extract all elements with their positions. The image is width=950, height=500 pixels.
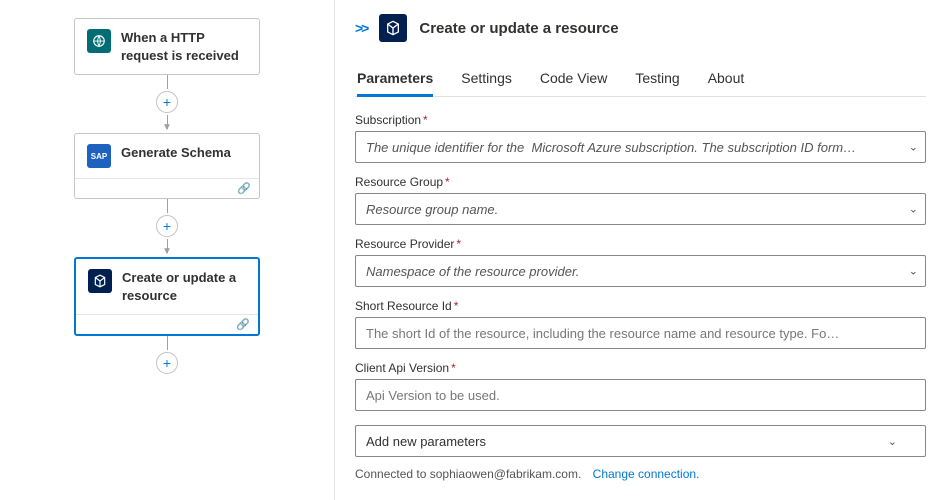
tab-code-view[interactable]: Code View bbox=[540, 62, 607, 97]
add-params-label: Add new parameters bbox=[366, 434, 486, 449]
node-title: When a HTTP request is received bbox=[121, 29, 247, 64]
connector: + ▼ bbox=[74, 199, 260, 257]
tab-settings[interactable]: Settings bbox=[461, 62, 512, 97]
node-title: Generate Schema bbox=[121, 144, 231, 162]
field-subscription: Subscription* ⌄ bbox=[355, 113, 926, 163]
tab-about[interactable]: About bbox=[708, 62, 745, 97]
tab-parameters[interactable]: Parameters bbox=[357, 62, 433, 97]
resource-provider-select[interactable] bbox=[355, 255, 926, 287]
connection-email: sophiaowen@fabrikam.com. bbox=[430, 467, 582, 481]
cube-icon bbox=[379, 14, 407, 42]
field-client-api-version: Client Api Version* bbox=[355, 361, 926, 411]
tabs: Parameters Settings Code View Testing Ab… bbox=[355, 62, 926, 97]
field-label: Client Api Version* bbox=[355, 361, 926, 375]
add-step-button[interactable]: + bbox=[156, 215, 178, 237]
add-step-button[interactable]: + bbox=[156, 91, 178, 113]
http-request-icon bbox=[87, 29, 111, 53]
client-api-version-input[interactable] bbox=[355, 379, 926, 411]
add-step-button[interactable]: + bbox=[156, 352, 178, 374]
details-header: >> Create or update a resource bbox=[355, 14, 926, 42]
link-icon: 🔗 bbox=[236, 318, 250, 331]
node-footer: 🔗 bbox=[76, 314, 258, 334]
cube-icon bbox=[88, 269, 112, 293]
details-title: Create or update a resource bbox=[419, 20, 618, 37]
node-title: Create or update a resource bbox=[122, 269, 246, 304]
field-resource-group: Resource Group* ⌄ bbox=[355, 175, 926, 225]
field-label: Resource Group* bbox=[355, 175, 926, 189]
workflow-designer: When a HTTP request is received + ▼ SAP … bbox=[0, 0, 335, 500]
node-footer: 🔗 bbox=[75, 178, 259, 198]
arrow-icon: ▼ bbox=[162, 250, 172, 254]
workflow-node-http-trigger[interactable]: When a HTTP request is received bbox=[74, 18, 260, 75]
sap-icon: SAP bbox=[87, 144, 111, 168]
connector: + bbox=[74, 336, 260, 376]
resource-group-select[interactable] bbox=[355, 193, 926, 225]
field-resource-provider: Resource Provider* ⌄ bbox=[355, 237, 926, 287]
connection-footer: Connected to sophiaowen@fabrikam.com. Ch… bbox=[355, 467, 926, 481]
workflow-node-create-update-resource[interactable]: Create or update a resource 🔗 bbox=[74, 257, 260, 336]
field-label: Subscription* bbox=[355, 113, 926, 127]
collapse-icon[interactable]: >> bbox=[355, 20, 367, 36]
link-icon: 🔗 bbox=[237, 182, 251, 195]
arrow-icon: ▼ bbox=[162, 126, 172, 130]
tab-testing[interactable]: Testing bbox=[635, 62, 679, 97]
workflow-node-generate-schema[interactable]: SAP Generate Schema 🔗 bbox=[74, 133, 260, 199]
change-connection-link[interactable]: Change connection. bbox=[593, 467, 700, 481]
field-label: Short Resource Id* bbox=[355, 299, 926, 313]
add-new-parameters-select[interactable]: Add new parameters ⌄ bbox=[355, 425, 926, 457]
chevron-down-icon: ⌄ bbox=[888, 435, 897, 448]
short-resource-id-input[interactable] bbox=[355, 317, 926, 349]
field-label: Resource Provider* bbox=[355, 237, 926, 251]
subscription-select[interactable] bbox=[355, 131, 926, 163]
field-short-resource-id: Short Resource Id* bbox=[355, 299, 926, 349]
connector: + ▼ bbox=[74, 75, 260, 133]
details-panel: >> Create or update a resource Parameter… bbox=[335, 0, 950, 500]
